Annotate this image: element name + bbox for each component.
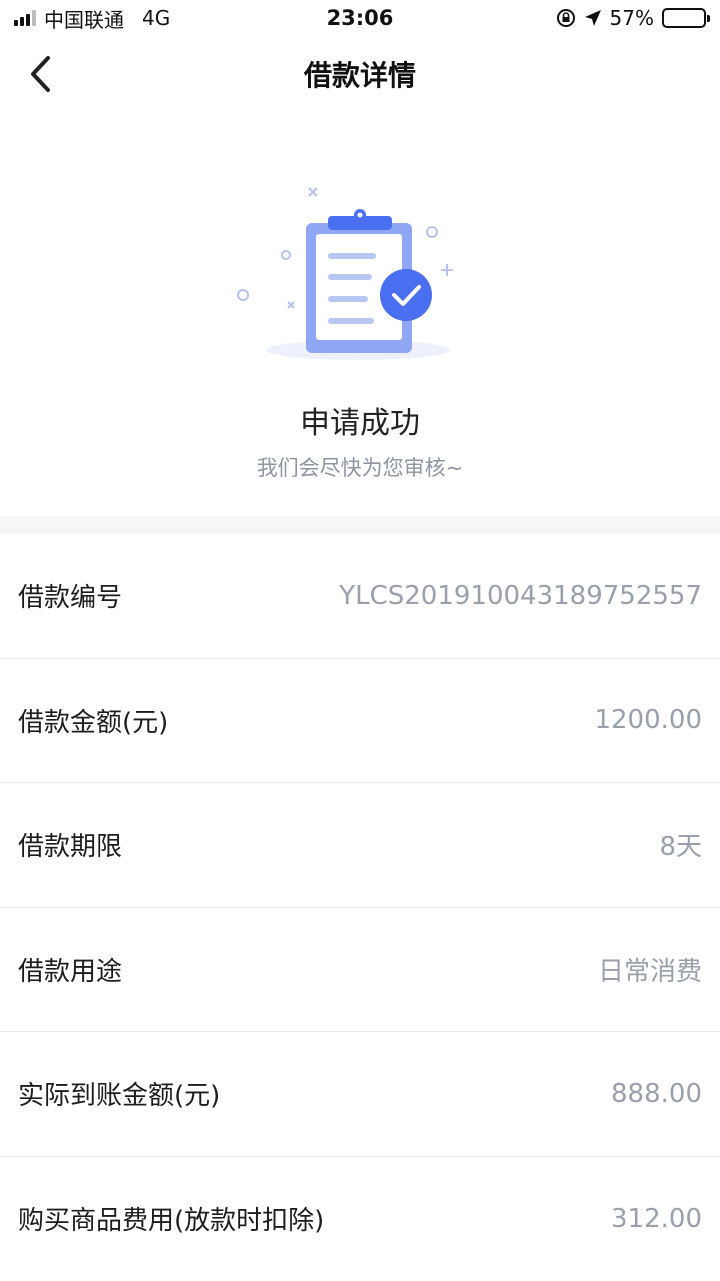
status-left: 中国联通 4G (14, 4, 170, 33)
detail-value: 日常消费 (598, 951, 702, 988)
success-subtitle: 我们会尽快为您审核~ (0, 452, 720, 482)
page-title: 借款详情 (304, 54, 416, 94)
detail-label: 实际到账金额(元) (18, 1075, 220, 1112)
loan-details-list: 借款编号 YLCS201910043189752557 借款金额(元) 1200… (0, 534, 720, 1281)
detail-label: 购买商品费用(放款时扣除) (18, 1200, 324, 1237)
detail-row-loan-number: 借款编号 YLCS201910043189752557 (0, 534, 720, 659)
detail-row-received-amount: 实际到账金额(元) 888.00 (0, 1032, 720, 1157)
section-divider (0, 516, 720, 534)
detail-row-loan-term: 借款期限 8天 (0, 783, 720, 908)
detail-label: 借款用途 (18, 951, 122, 988)
detail-label: 借款金额(元) (18, 702, 168, 739)
success-title: 申请成功 (0, 398, 720, 442)
battery-percent: 57% (610, 6, 654, 30)
detail-value: 1200.00 (594, 705, 702, 735)
back-button[interactable] (18, 52, 62, 96)
status-bar: 中国联通 4G 23:06 57% (0, 0, 720, 36)
chevron-left-icon (28, 55, 52, 93)
detail-value: 312.00 (611, 1204, 702, 1234)
success-hero: 申请成功 我们会尽快为您审核~ (0, 112, 720, 516)
location-arrow-icon (584, 9, 602, 27)
network-label: 4G (142, 6, 170, 30)
detail-row-loan-purpose: 借款用途 日常消费 (0, 908, 720, 1033)
nav-bar: 借款详情 (0, 36, 720, 112)
detail-label: 借款编号 (18, 577, 122, 614)
status-right: 57% (556, 6, 706, 30)
carrier-label: 中国联通 (44, 4, 124, 33)
detail-value: YLCS201910043189752557 (339, 581, 702, 611)
battery-icon (662, 8, 706, 28)
signal-icon (14, 10, 36, 26)
detail-row-loan-amount: 借款金额(元) 1200.00 (0, 659, 720, 784)
detail-value: 888.00 (611, 1079, 702, 1109)
clipboard-check-icon (230, 178, 470, 368)
detail-row-product-fee: 购买商品费用(放款时扣除) 312.00 (0, 1157, 720, 1281)
detail-label: 借款期限 (18, 826, 122, 863)
detail-value: 8天 (659, 826, 702, 863)
rotation-lock-icon (556, 8, 576, 28)
